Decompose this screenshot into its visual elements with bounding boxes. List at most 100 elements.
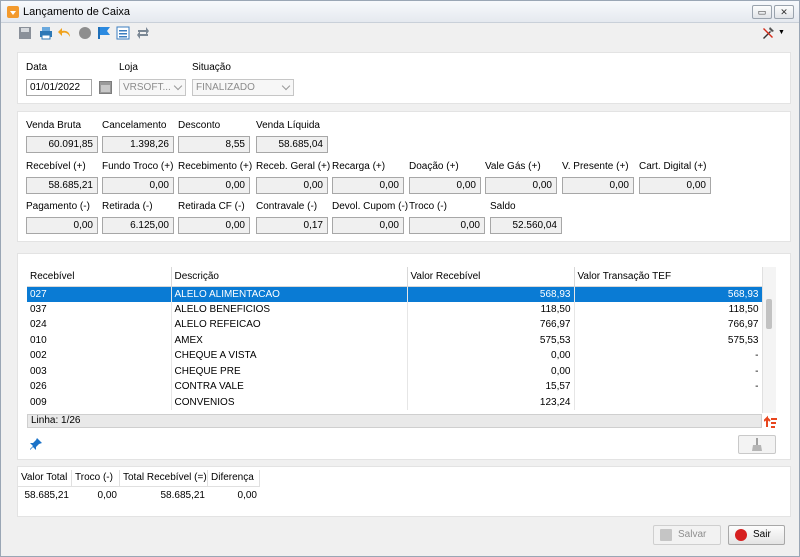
- table-cell: 003: [27, 363, 172, 379]
- table-cell: 118,50: [407, 301, 575, 317]
- total-label: Troco (-): [409, 201, 447, 212]
- summary-value: 0,00: [237, 490, 257, 501]
- close-button[interactable]: ✕: [774, 5, 794, 19]
- table-cell: 002: [27, 348, 172, 364]
- record-icon[interactable]: [78, 26, 92, 40]
- total-value-field: 6.125,00: [102, 217, 174, 234]
- table-row[interactable]: 003 CHEQUE PRE 0,00-: [27, 363, 763, 379]
- total-value-field: 0,17: [256, 217, 328, 234]
- column-header[interactable]: Descrição: [171, 267, 408, 287]
- table-cell: -: [574, 379, 763, 395]
- table-row[interactable]: 037 ALELO BENEFICIOS 118,50 118,50: [27, 301, 763, 317]
- total-value-field: 0,00: [562, 177, 634, 194]
- total-value-field: 0,00: [102, 177, 174, 194]
- table-cell: CHEQUE PRE: [171, 363, 408, 379]
- table-row[interactable]: 026 CONTRA VALE 15,57-: [27, 379, 763, 395]
- table-cell: 118,50: [574, 301, 763, 317]
- title-bar: Lançamento de Caixa ▭ ✕: [1, 1, 799, 23]
- table-cell: 123,24: [407, 394, 575, 410]
- recebiveis-table: Recebível Descrição Valor Recebível Valor T…: [27, 267, 763, 410]
- total-label: V. Presente (+): [562, 161, 629, 172]
- table-cell: ALELO ALIMENTACAO: [171, 286, 408, 302]
- total-label: Vale Gás (+): [485, 161, 541, 172]
- loja-select[interactable]: VRSOFT...: [119, 79, 186, 96]
- restore-button[interactable]: ▭: [752, 5, 772, 19]
- app-menu-icon[interactable]: [7, 6, 19, 18]
- table-row[interactable]: 010 AMEX 575,53 575,53: [27, 332, 763, 348]
- table-cell: 766,97: [407, 317, 575, 333]
- table-cell: 568,93: [574, 286, 763, 302]
- total-value-field: 0,00: [26, 217, 98, 234]
- table-cell: 0,00: [407, 363, 575, 379]
- tools-icon[interactable]: [761, 26, 775, 40]
- calendar-icon[interactable]: [99, 81, 112, 94]
- table-cell: -: [574, 363, 763, 379]
- table-cell: 024: [27, 317, 172, 333]
- window-title: Lançamento de Caixa: [23, 6, 131, 18]
- table-cell: 568,93: [407, 286, 575, 302]
- total-value-field: 58.685,21: [26, 177, 98, 194]
- total-value-field: 0,00: [332, 217, 404, 234]
- total-label: Doação (+): [409, 161, 459, 172]
- clear-button[interactable]: [738, 435, 776, 454]
- loja-value: VRSOFT...: [123, 82, 171, 93]
- summary-value: 0,00: [97, 490, 117, 501]
- grid-scrollbar[interactable]: [762, 267, 776, 413]
- window: Lançamento de Caixa ▭ ✕ ▼ Data 01/01/202…: [0, 0, 800, 557]
- total-value-field: 0,00: [639, 177, 711, 194]
- total-value-field: 58.685,04: [256, 136, 328, 153]
- flag-icon[interactable]: [97, 26, 111, 40]
- table-cell: AMEX: [171, 332, 408, 348]
- sort-icon[interactable]: [764, 415, 777, 428]
- table-row[interactable]: 002 CHEQUE A VISTA 0,00-: [27, 348, 763, 364]
- sair-button[interactable]: Sair: [728, 525, 785, 545]
- tools-dropdown-arrow-icon[interactable]: ▼: [778, 29, 785, 36]
- column-header[interactable]: Valor Transação TEF: [574, 267, 763, 287]
- table-cell: CHEQUE A VISTA: [171, 348, 408, 364]
- table-cell: [574, 394, 763, 410]
- total-label: Venda Bruta: [26, 120, 82, 131]
- table-cell: ALELO REFEICAO: [171, 317, 408, 333]
- table-cell: 15,57: [407, 379, 575, 395]
- table-cell: CONTRA VALE: [171, 379, 408, 395]
- save-disk-icon[interactable]: [18, 26, 32, 40]
- column-header[interactable]: Valor Recebível: [407, 267, 575, 287]
- scrollbar-thumb[interactable]: [766, 299, 772, 329]
- table-row[interactable]: 024 ALELO REFEICAO 766,97 766,97: [27, 317, 763, 333]
- sync-icon[interactable]: [136, 26, 150, 40]
- total-value-field: 1.398,26: [102, 136, 174, 153]
- total-label: Desconto: [178, 120, 221, 131]
- table-cell: 026: [27, 379, 172, 395]
- print-icon[interactable]: [39, 26, 53, 40]
- column-header[interactable]: Recebível: [27, 267, 172, 287]
- data-input[interactable]: 01/01/2022: [26, 79, 92, 96]
- table-cell: 009: [27, 394, 172, 410]
- total-label: Recebimento (+): [178, 161, 253, 172]
- total-label: Recebível (+): [26, 161, 86, 172]
- table-row[interactable]: 009 CONVENIOS 123,24: [27, 394, 763, 410]
- grid-status: Linha: 1/26: [27, 414, 762, 428]
- summary-value: 58.685,21: [160, 490, 206, 501]
- total-label: Contravale (-): [256, 201, 318, 212]
- pin-icon[interactable]: [29, 437, 43, 451]
- table-cell: ALELO BENEFICIOS: [171, 301, 408, 317]
- table-cell: 575,53: [574, 332, 763, 348]
- situacao-select[interactable]: FINALIZADO: [192, 79, 294, 96]
- totals-panel: Venda Bruta 60.091,85 Cancelamento 1.398,26…: [17, 111, 791, 242]
- sair-label: Sair: [753, 529, 771, 540]
- chevron-down-icon: [281, 81, 291, 91]
- total-label: Saldo: [490, 201, 516, 212]
- total-value-field: 0,00: [409, 177, 481, 194]
- situacao-label: Situação: [192, 62, 231, 73]
- total-label: Receb. Geral (+): [256, 161, 331, 172]
- undo-icon[interactable]: [58, 26, 72, 40]
- table-cell: -: [574, 348, 763, 364]
- summary-header: Valor Total: [18, 470, 72, 487]
- exit-icon: [735, 529, 747, 541]
- total-label: Cart. Digital (+): [639, 161, 707, 172]
- table-row[interactable]: 027 ALELO ALIMENTACAO 568,93 568,93: [27, 286, 763, 302]
- total-value-field: 0,00: [485, 177, 557, 194]
- salvar-button[interactable]: Salvar: [653, 525, 721, 545]
- list-icon[interactable]: [116, 26, 130, 40]
- toolbar: ▼: [1, 23, 799, 45]
